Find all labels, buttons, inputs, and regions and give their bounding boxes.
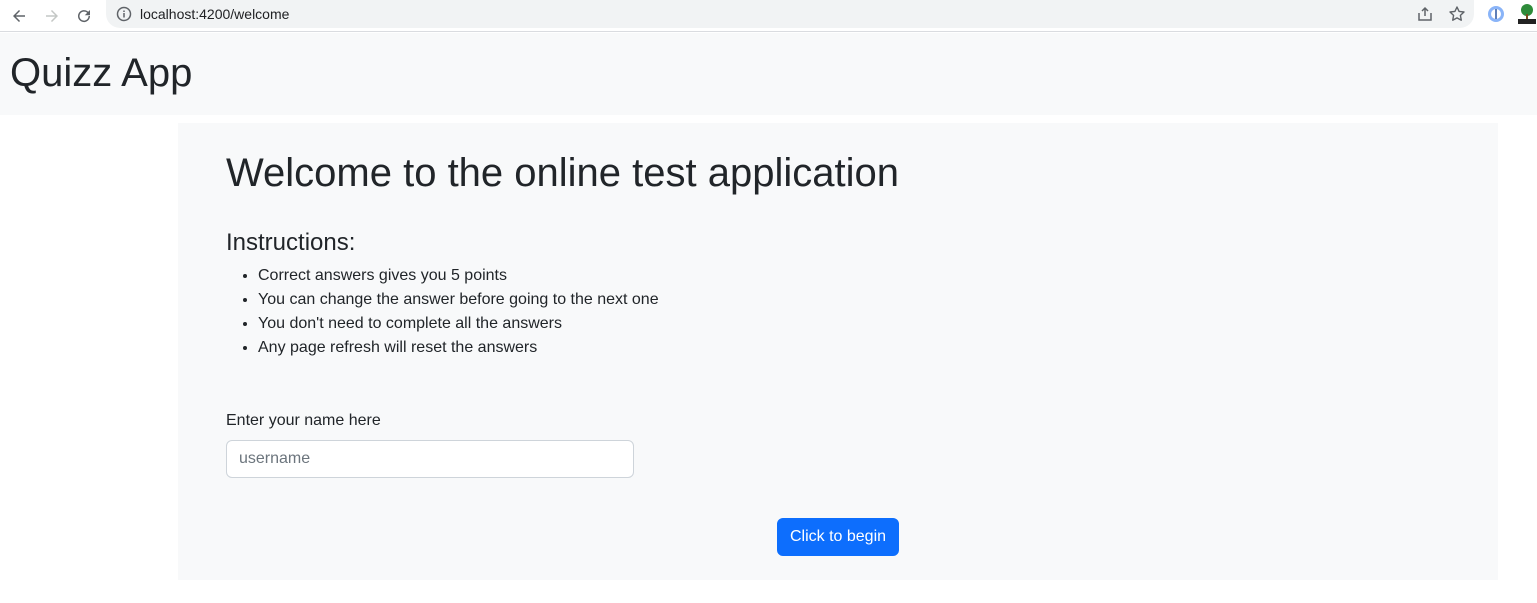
- instruction-item: Any page refresh will reset the answers: [258, 336, 659, 360]
- address-bar[interactable]: localhost:4200/welcome: [106, 0, 1474, 28]
- extension-icon[interactable]: [1487, 5, 1505, 23]
- star-icon[interactable]: [1448, 5, 1466, 23]
- name-label: Enter your name here: [226, 412, 381, 429]
- instruction-item: You can change the answer before going t…: [258, 288, 659, 312]
- browser-toolbar: localhost:4200/welcome: [0, 0, 1537, 32]
- instruction-item: You don't need to complete all the answe…: [258, 312, 659, 336]
- instructions-list: Correct answers gives you 5 points You c…: [258, 264, 659, 360]
- extension-tree-icon[interactable]: [1517, 3, 1537, 25]
- instruction-item: Correct answers gives you 5 points: [258, 264, 659, 288]
- reload-icon[interactable]: [72, 4, 96, 28]
- begin-button[interactable]: Click to begin: [777, 518, 899, 556]
- forward-arrow-icon[interactable]: [40, 4, 64, 28]
- instructions-heading: Instructions:: [226, 229, 356, 256]
- back-arrow-icon[interactable]: [7, 4, 31, 28]
- welcome-card: Welcome to the online test application I…: [178, 123, 1498, 580]
- app-header: Quizz App: [0, 33, 1537, 115]
- url-text[interactable]: localhost:4200/welcome: [140, 6, 289, 22]
- info-icon[interactable]: [116, 6, 132, 22]
- page-title: Welcome to the online test application: [226, 151, 899, 195]
- app-title: Quizz App: [10, 51, 193, 95]
- username-input[interactable]: [226, 440, 634, 478]
- share-icon[interactable]: [1416, 5, 1434, 23]
